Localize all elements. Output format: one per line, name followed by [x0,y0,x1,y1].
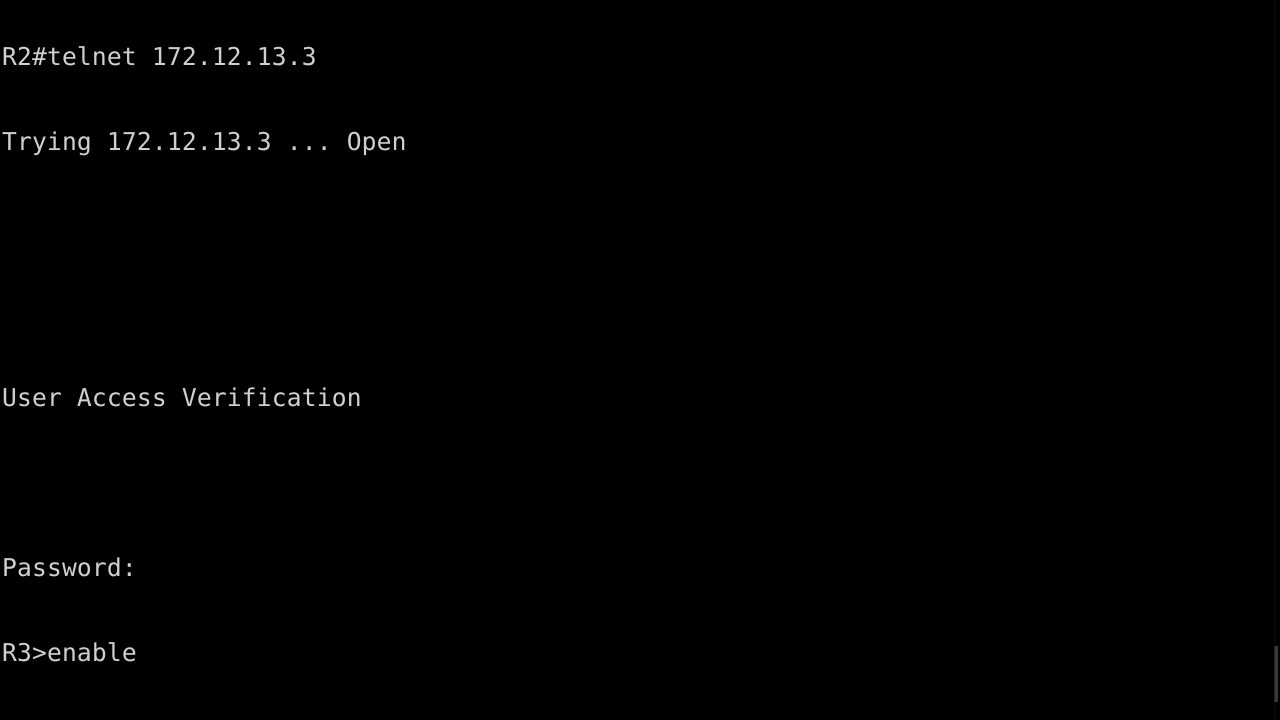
terminal-line: R2#telnet 172.12.13.3 [2,41,317,71]
vertical-scrollbar[interactable] [1272,0,1280,720]
terminal-line: Trying 172.12.13.3 ... Open [2,127,407,157]
terminal-line: R3>enable [2,638,137,668]
scrollbar-track [1274,0,1275,720]
terminal-output-buffer[interactable]: R2#telnet 172.12.13.3 Trying 172.12.13.3… [2,0,1280,720]
terminal-line: Password: [2,553,137,583]
scrollbar-thumb[interactable] [1274,646,1278,702]
terminal-line: User Access Verification [2,382,362,412]
terminal-window[interactable]: R2#telnet 172.12.13.3 Trying 172.12.13.3… [0,0,1280,720]
